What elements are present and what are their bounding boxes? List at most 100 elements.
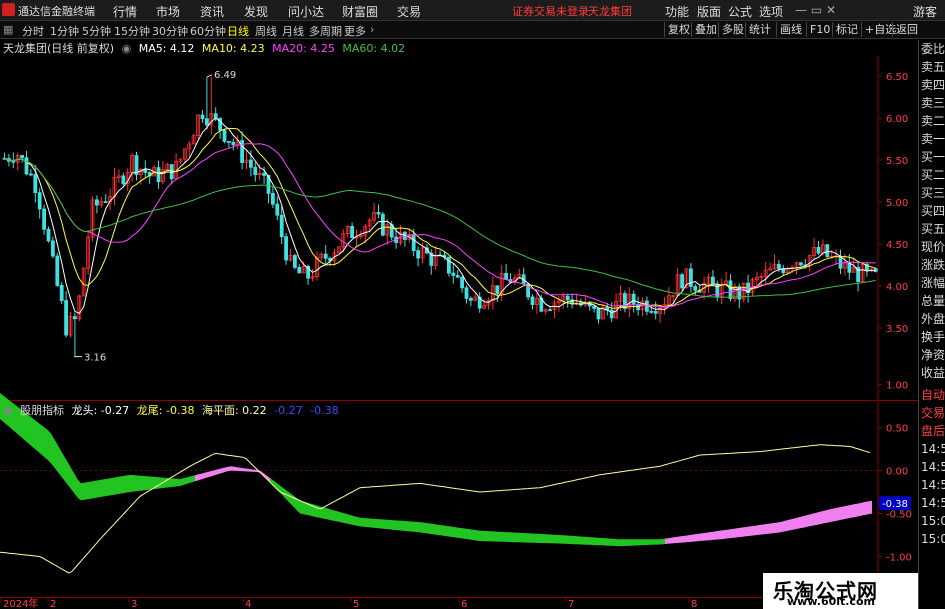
side-panel-item: 总量	[921, 294, 945, 308]
candle-body	[24, 157, 29, 175]
price-tick-label: 5.50	[886, 156, 908, 167]
watermark: 乐淘公式网 www.60lt.com	[763, 573, 918, 609]
side-panel-item: 15:05	[921, 532, 945, 546]
side-panel-item: 换手	[921, 330, 945, 344]
side-panel-item: 收益	[921, 366, 945, 380]
value2-label: -0.38	[310, 404, 339, 417]
indicator-gear-icon[interactable]: ◉	[3, 404, 13, 417]
candle-body	[596, 307, 601, 320]
candle-body	[121, 175, 126, 185]
sub-tick-label: 0.50	[886, 424, 908, 435]
candle-body	[548, 309, 552, 312]
candle-body	[284, 236, 289, 261]
candle-body	[645, 300, 649, 312]
candle-body	[200, 114, 205, 120]
candle-body	[73, 316, 77, 320]
candle-body	[693, 286, 698, 291]
price-tick-label: 5.00	[886, 198, 908, 209]
candle-body	[468, 298, 473, 301]
candle-body	[156, 167, 161, 183]
date-tick-label: 7	[568, 599, 574, 609]
side-panel-item[interactable]: 自动	[919, 386, 945, 404]
candle-body	[411, 234, 416, 252]
candle-body	[728, 280, 733, 299]
candle-body	[64, 300, 68, 336]
candle-body	[530, 296, 535, 305]
candle-body	[55, 255, 60, 286]
candle-body	[204, 118, 209, 126]
candle-body	[231, 141, 236, 146]
sea-level-line	[0, 444, 871, 574]
side-panel-item: 买四	[921, 204, 945, 218]
sub-tick-label: -1.00	[886, 553, 912, 564]
side-panel-item: 委比	[921, 42, 945, 56]
candle-body	[46, 228, 51, 242]
candle-body	[20, 155, 25, 159]
side-panel-item: 卖一	[921, 132, 945, 146]
side-panel-item: 涨跌	[921, 258, 945, 272]
date-tick-label: 5	[353, 599, 359, 609]
candle-body	[297, 266, 302, 274]
candle-body	[222, 129, 227, 142]
side-panel-item: 涨幅	[921, 276, 945, 290]
side-panel-item: 外盘	[921, 312, 945, 326]
candle-body	[380, 213, 385, 236]
candle-body	[253, 166, 258, 176]
side-panel-item: 卖二	[921, 114, 945, 128]
candle-body	[711, 276, 715, 285]
dragon-band-green	[270, 478, 666, 547]
watermark-url: www.60lt.com	[787, 595, 876, 608]
date-tick-label: 8	[691, 599, 697, 609]
candle-body	[816, 246, 821, 254]
date-tick-label: 2024年	[3, 597, 38, 609]
candle-body	[464, 287, 469, 299]
ma60-label: MA60: 4.02	[342, 42, 406, 55]
price-tick-label: 4.00	[886, 282, 908, 293]
candle-body	[451, 272, 456, 276]
side-panel-item[interactable]: 交易	[919, 404, 945, 422]
candle-body	[37, 192, 42, 210]
dragon-band-pink	[665, 500, 872, 544]
candle-body	[42, 208, 46, 230]
side-panel-item: 买一	[921, 150, 945, 164]
candle-body	[59, 284, 64, 301]
sub-chart-header: ◉ 股朋指标 龙头: -0.27 龙尾: -0.38 海平面: 0.22 -0.…	[0, 402, 343, 418]
candle-body	[495, 285, 500, 294]
sea-level-label: 海平面: 0.22	[201, 404, 267, 417]
settings-gear-icon[interactable]: ◉	[122, 42, 132, 55]
dragon-tail-label: 龙尾: -0.38	[136, 404, 195, 417]
side-panel-item: 卖五	[921, 60, 945, 74]
candle-body	[51, 240, 55, 257]
side-panel-item[interactable]: 盘后	[919, 422, 945, 440]
side-panel-item: 14:57	[921, 496, 945, 510]
candle-body	[609, 309, 614, 319]
dragon-band-pink	[195, 466, 270, 483]
side-panel-item: 卖三	[921, 96, 945, 110]
side-panel-item: 卖四	[921, 78, 945, 92]
price-tick-label: 4.50	[886, 240, 908, 251]
candle-body	[504, 272, 509, 280]
candle-body	[240, 140, 245, 163]
candle-body	[455, 275, 460, 278]
candle-body	[416, 250, 421, 259]
kline-chart[interactable]: 6.50 6.00 5.50 5.00 4.50 4.00 3.50 1.00 0.50 0.00…	[0, 0, 945, 609]
date-tick-label: 4	[245, 599, 251, 609]
side-panel-item: 14:56	[921, 460, 945, 474]
current-value-label: -0.38	[882, 499, 908, 510]
candle-body	[376, 212, 381, 215]
side-panel-item: 买二	[921, 168, 945, 182]
candle-body	[838, 255, 843, 269]
indicator-name[interactable]: 股朋指标	[20, 404, 64, 417]
candle-body	[28, 173, 33, 176]
candle-body	[592, 305, 596, 309]
candle-body	[446, 256, 451, 274]
low-price-label: 3.16	[84, 353, 106, 364]
candle-body	[689, 268, 693, 287]
candle-body	[103, 201, 108, 203]
main-chart-header: 天龙集团(日线 前复权) ◉ MA5: 4.12 MA10: 4.23 MA20…	[0, 40, 409, 56]
candle-body	[460, 276, 465, 289]
candle-body	[350, 225, 355, 239]
side-panel-item: 14:56	[921, 442, 945, 456]
date-tick-label: 2	[50, 599, 56, 609]
date-tick-label: 6	[461, 599, 467, 609]
